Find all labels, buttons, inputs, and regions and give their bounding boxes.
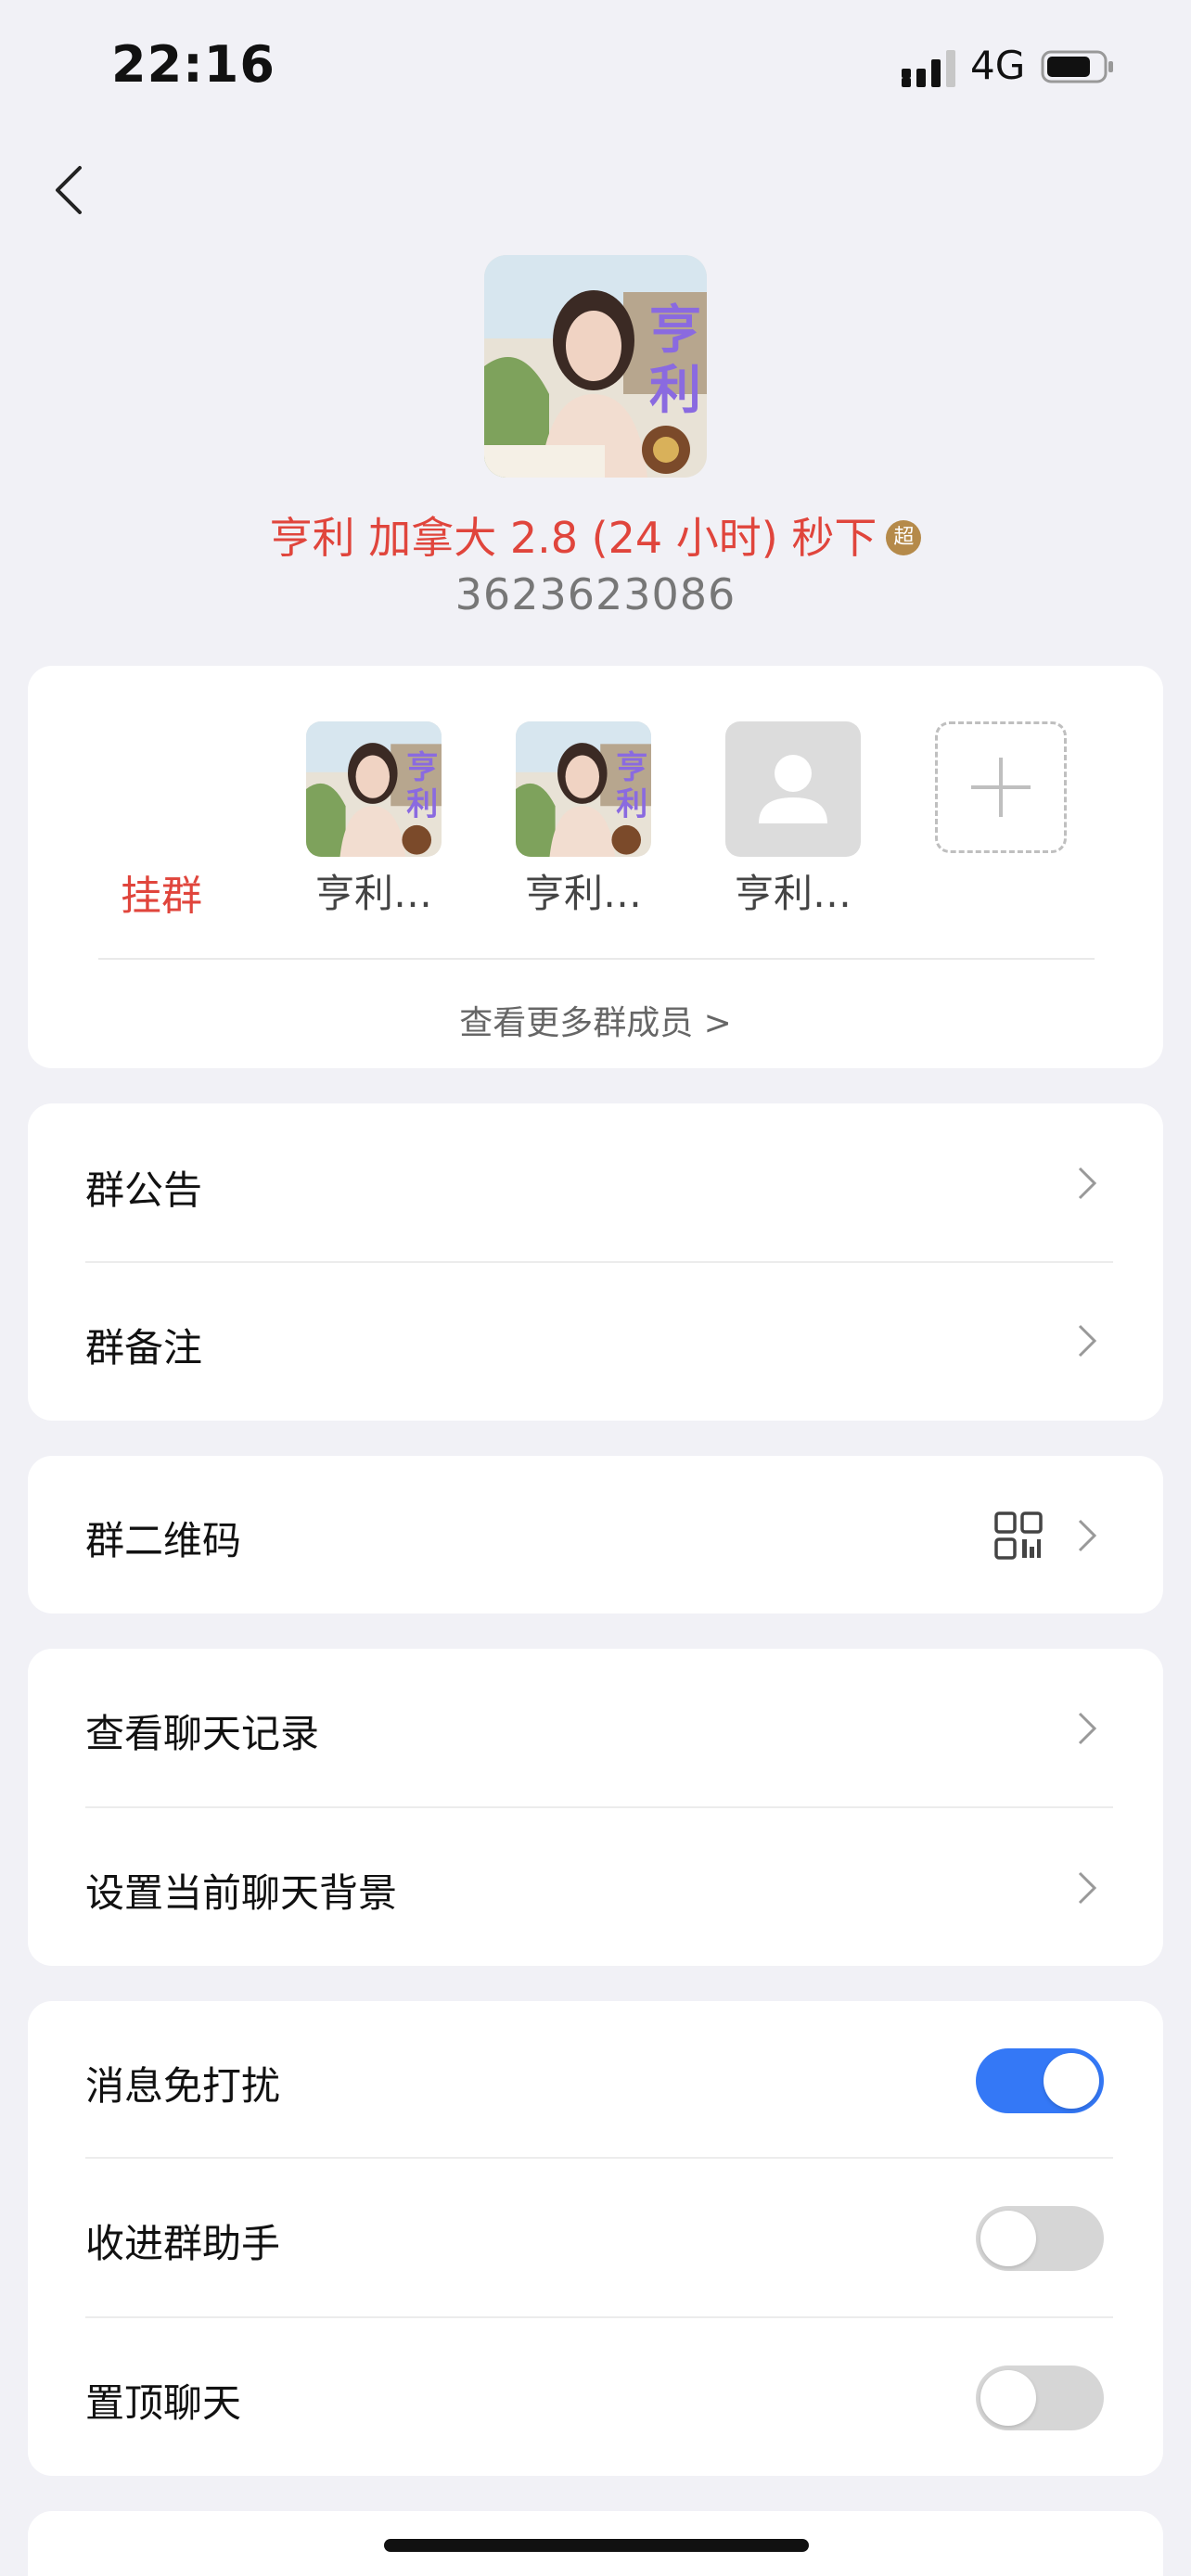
- svg-text:亨: 亨: [406, 749, 438, 786]
- members-label: 挂群: [121, 873, 202, 920]
- qr-code-icon: [994, 1511, 1043, 1560]
- member-name: 亨利…: [734, 871, 852, 916]
- member-item[interactable]: 亨 利 亨利…: [306, 721, 442, 919]
- signal-icon: [902, 50, 955, 87]
- battery-icon: [1041, 50, 1113, 83]
- member-avatar: 亨 利: [306, 721, 442, 857]
- group-announcement-row[interactable]: 群公告: [85, 1159, 202, 1216]
- status-time: 22:16: [111, 35, 275, 94]
- add-member-button[interactable]: [935, 721, 1067, 853]
- pin-chat-label: 置顶聊天: [85, 2380, 242, 2426]
- divider: [85, 1806, 1113, 1808]
- group-name-text: 亨利 加拿大 2.8 (24 小时) 秒下: [269, 513, 877, 563]
- toggle-knob: [980, 2211, 1036, 2266]
- group-assistant-toggle[interactable]: [976, 2206, 1104, 2271]
- divider: [85, 2157, 1113, 2159]
- member-item[interactable]: 亨 利 亨利…: [516, 721, 651, 919]
- svg-text:亨: 亨: [616, 749, 647, 786]
- do-not-disturb-label: 消息免打扰: [85, 2063, 281, 2109]
- pin-chat-toggle[interactable]: [976, 2366, 1104, 2430]
- chevron-right-icon: [1078, 1167, 1097, 1200]
- toggle-knob: [980, 2370, 1036, 2426]
- svg-text:利: 利: [616, 785, 647, 823]
- group-remark-row[interactable]: 群备注: [85, 1317, 202, 1373]
- group-name: 亨利 加拿大 2.8 (24 小时) 秒下超: [0, 504, 1191, 566]
- view-more-members-link[interactable]: 查看更多群成员 >: [0, 996, 1191, 1044]
- group-id: 3623623086: [455, 569, 736, 619]
- vip-badge-icon: 超: [886, 519, 922, 555]
- network-type: 4G: [970, 43, 1026, 88]
- member-avatar: 亨 利: [516, 721, 651, 857]
- group-assistant-label: 收进群助手: [85, 2221, 281, 2266]
- plus-icon: [971, 758, 1031, 817]
- toggle-knob: [1044, 2053, 1099, 2109]
- divider: [85, 1261, 1113, 1263]
- svg-text:亨: 亨: [649, 300, 701, 361]
- back-arrow-icon[interactable]: [46, 162, 93, 218]
- do-not-disturb-toggle[interactable]: [976, 2048, 1104, 2113]
- chevron-right-icon: [1078, 1519, 1097, 1552]
- default-avatar-icon: [725, 721, 861, 857]
- member-item[interactable]: 亨利…: [725, 721, 861, 919]
- member-name: 亨利…: [314, 871, 432, 916]
- divider: [85, 2316, 1113, 2318]
- chat-history-row[interactable]: 查看聊天记录: [85, 1702, 319, 1759]
- member-name: 亨利…: [524, 871, 642, 916]
- svg-text:利: 利: [649, 361, 701, 421]
- chevron-right-icon: [1078, 1871, 1097, 1905]
- chat-background-row[interactable]: 设置当前聊天背景: [85, 1862, 397, 1919]
- svg-text:利: 利: [406, 785, 438, 823]
- divider: [98, 958, 1095, 960]
- group-avatar[interactable]: 亨 利: [484, 255, 707, 478]
- group-qr-row[interactable]: 群二维码: [85, 1510, 241, 1566]
- chevron-right-icon: [1078, 1324, 1097, 1358]
- chevron-right-icon: [1078, 1712, 1097, 1745]
- home-indicator: [384, 2539, 809, 2552]
